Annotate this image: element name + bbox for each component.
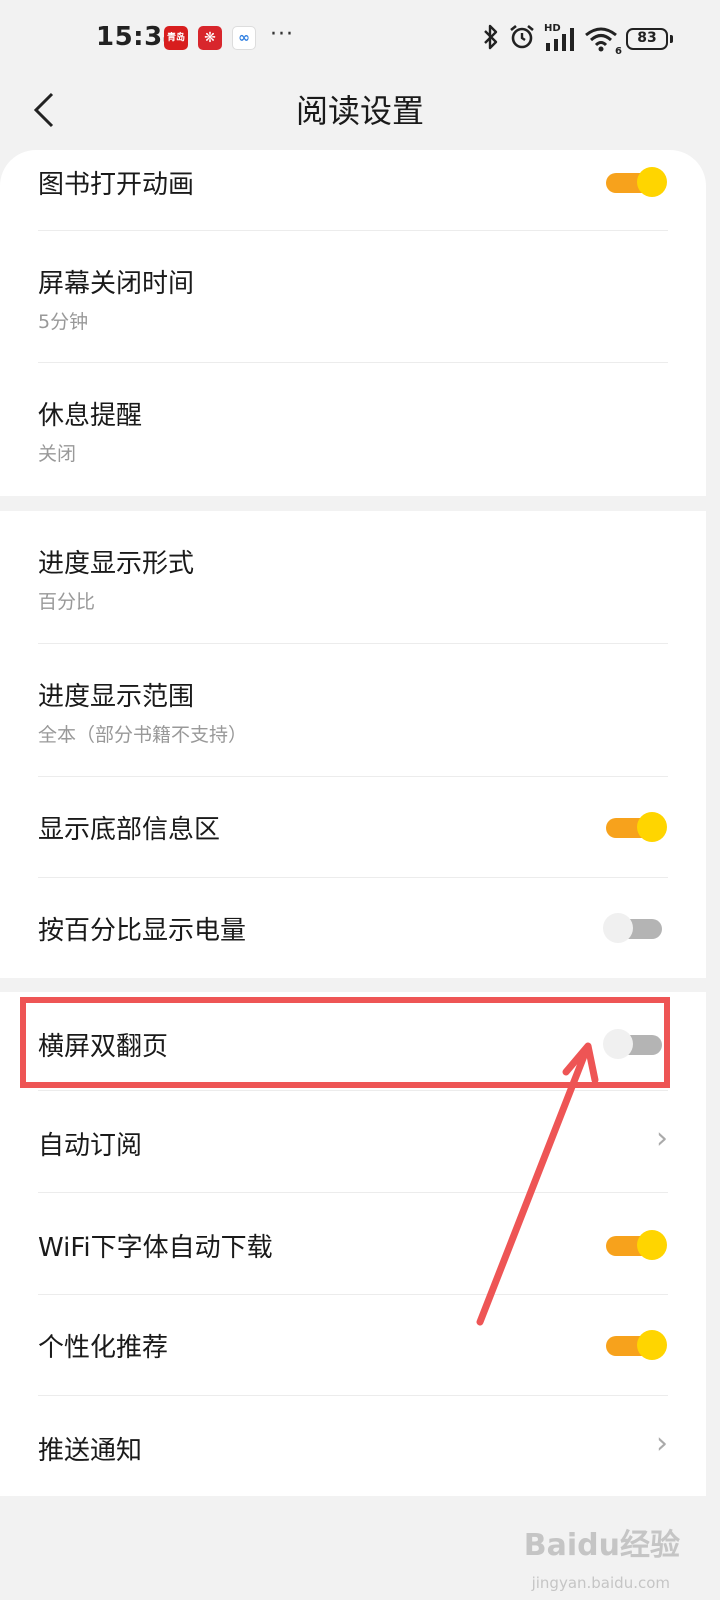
bottom-info-toggle[interactable] bbox=[606, 811, 667, 842]
signal-icon: HD bbox=[544, 23, 576, 53]
wifi-font-download-toggle[interactable] bbox=[606, 1229, 667, 1260]
chevron-right-icon: › bbox=[656, 1426, 668, 1461]
setting-label: 横屏双翻页 bbox=[38, 1032, 169, 1062]
nav-header: 阅读设置 bbox=[0, 82, 720, 148]
wifi-standard-label: 6 bbox=[615, 46, 622, 57]
setting-label: 显示底部信息区 bbox=[38, 815, 221, 845]
setting-label: 图书打开动画 bbox=[38, 170, 195, 200]
setting-landscape-double-page[interactable]: 横屏双翻页 bbox=[0, 992, 706, 1090]
watermark-logo: Baidu经验 bbox=[523, 1528, 680, 1563]
setting-wifi-font-download[interactable]: WiFi下字体自动下载 bbox=[0, 1193, 706, 1294]
setting-label: WiFi下字体自动下载 bbox=[38, 1233, 273, 1263]
battery-icon: 83 bbox=[626, 28, 673, 50]
setting-auto-subscribe[interactable]: 自动订阅 › bbox=[0, 1091, 706, 1192]
setting-progress-range[interactable]: 进度显示范围 全本（部分书籍不支持） bbox=[0, 644, 706, 776]
alarm-icon bbox=[508, 23, 536, 55]
setting-book-open-animation[interactable]: 图书打开动画 bbox=[0, 150, 706, 230]
setting-label: 进度显示形式 bbox=[38, 549, 195, 579]
setting-value: 百分比 bbox=[38, 591, 96, 613]
wifi-icon: 6 bbox=[584, 25, 622, 57]
page-title: 阅读设置 bbox=[295, 92, 424, 130]
status-icons: HD 6 83 bbox=[482, 23, 673, 57]
battery-percent-toggle[interactable] bbox=[603, 912, 664, 943]
status-bar: 15:34 青岛 ❋ ∞ ··· HD 6 83 bbox=[0, 0, 720, 82]
setting-screen-off-time[interactable]: 屏幕关闭时间 5分钟 bbox=[0, 231, 706, 362]
bluetooth-icon bbox=[482, 23, 500, 55]
notification-app-icon: 青岛 bbox=[164, 26, 188, 50]
setting-label: 进度显示范围 bbox=[38, 682, 195, 712]
setting-rest-reminder[interactable]: 休息提醒 关闭 bbox=[0, 363, 706, 496]
setting-label: 屏幕关闭时间 bbox=[38, 269, 195, 299]
setting-push-notification[interactable]: 推送通知 › bbox=[0, 1396, 706, 1496]
setting-progress-format[interactable]: 进度显示形式 百分比 bbox=[0, 511, 706, 643]
setting-bottom-info[interactable]: 显示底部信息区 bbox=[0, 777, 706, 877]
watermark-url: jingyan.baidu.com bbox=[531, 1574, 670, 1592]
setting-label: 按百分比显示电量 bbox=[38, 916, 247, 946]
setting-label: 自动订阅 bbox=[38, 1131, 143, 1161]
setting-label: 休息提醒 bbox=[38, 401, 143, 431]
notification-app-icon: ∞ bbox=[232, 26, 256, 50]
chevron-right-icon: › bbox=[656, 1121, 668, 1156]
settings-group-general: 图书打开动画 屏幕关闭时间 5分钟 休息提醒 关闭 bbox=[0, 150, 706, 496]
landscape-double-page-toggle[interactable] bbox=[603, 1028, 664, 1059]
personalized-recommend-toggle[interactable] bbox=[606, 1329, 667, 1360]
setting-value: 全本（部分书籍不支持） bbox=[38, 724, 248, 746]
book-open-animation-toggle[interactable] bbox=[606, 166, 667, 197]
settings-group-other: 横屏双翻页 自动订阅 › WiFi下字体自动下载 个性化推荐 推送通知 › bbox=[0, 992, 706, 1496]
setting-label: 推送通知 bbox=[38, 1436, 143, 1466]
more-notifications-icon: ··· bbox=[270, 22, 294, 47]
setting-battery-percent[interactable]: 按百分比显示电量 bbox=[0, 878, 706, 978]
setting-value: 关闭 bbox=[38, 443, 77, 465]
setting-value: 5分钟 bbox=[38, 311, 89, 333]
notification-app-icon: ❋ bbox=[198, 26, 222, 50]
setting-label: 个性化推荐 bbox=[38, 1333, 169, 1363]
setting-personalized-recommend[interactable]: 个性化推荐 bbox=[0, 1295, 706, 1395]
settings-group-progress: 进度显示形式 百分比 进度显示范围 全本（部分书籍不支持） 显示底部信息区 按百… bbox=[0, 511, 706, 978]
